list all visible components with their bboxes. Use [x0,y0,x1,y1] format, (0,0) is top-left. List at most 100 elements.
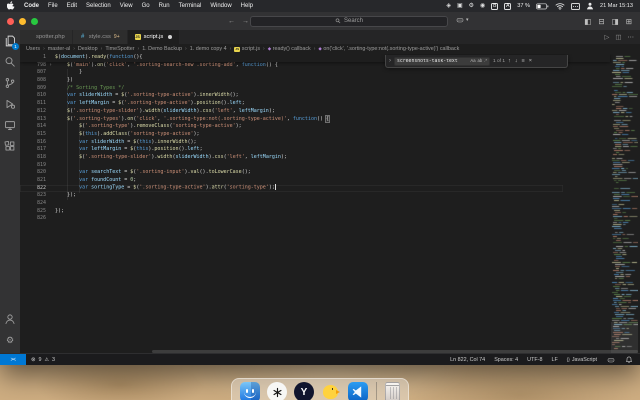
unsaved-changes-dot[interactable] [168,35,172,39]
menu-item-selection[interactable]: Selection [86,3,111,9]
code-line-814[interactable]: 814 $('.sorting-type').removeClass('sort… [20,123,563,131]
breadcrumb-item[interactable]: 1. demo copy 4 [190,46,227,52]
statusbar-indentation[interactable]: Spaces: 4 [494,357,518,363]
line-number[interactable]: 1 [20,54,46,62]
menubar-app-icon-1[interactable]: ◈ [446,3,451,9]
more-actions-button[interactable]: ⋯ [628,33,635,41]
menu-item-run[interactable]: Run [159,3,170,9]
activity-bar-remote-explorer-icon[interactable] [3,118,17,132]
line-number[interactable]: 823 [20,192,46,200]
code-line-817[interactable]: 817 var leftMargin = $(this).position().… [20,146,563,154]
breadcrumb-item[interactable]: Desktop [78,46,98,52]
remote-indicator-button[interactable]: >< [0,354,26,365]
line-number[interactable]: 820 [20,169,46,177]
line-number[interactable]: 810 [20,92,46,100]
user-menu-icon[interactable] [586,2,594,10]
dock-vscode-icon[interactable] [348,382,368,400]
menu-item-view[interactable]: View [120,3,133,9]
code-line-824[interactable]: 824 [20,200,563,208]
tab-script-js[interactable]: JSscript.js [128,30,181,44]
line-number[interactable]: 818 [20,154,46,162]
line-number[interactable]: 817 [20,146,46,154]
code-line-810[interactable]: 810 var sliderWidth = $('.sorting-type-a… [20,92,563,100]
close-window-button[interactable] [7,18,14,25]
line-number[interactable]: 809 [20,85,46,93]
code-editor[interactable]: 798› $('main').on('click', '.sorting-sea… [20,54,640,353]
code-line-812[interactable]: 812 $('.sorting-type-slider').width(slid… [20,108,563,116]
breadcrumb-item[interactable]: TimeSpotter [105,46,134,52]
tab-spotter-php[interactable]: spotter.php [20,30,73,44]
line-number[interactable]: 812 [20,108,46,116]
dock-trash-icon[interactable] [385,382,400,400]
fold-collapsed-icon[interactable]: › [46,62,55,70]
copilot-menu-button[interactable]: ▾ [455,16,469,24]
activity-bar-run-debug-icon[interactable] [3,97,17,111]
toggle-panel-icon[interactable]: ⊟ [598,17,604,26]
activity-bar-settings-icon[interactable]: ⚙ [3,333,17,347]
line-number[interactable]: 815 [20,131,46,139]
code-line-808[interactable]: 808 }) [20,77,563,85]
menubar-app-icon-a[interactable]: A [504,3,511,10]
code-line-823[interactable]: 823 }); [20,192,563,200]
minimap[interactable] [611,54,638,353]
code-line-813[interactable]: 813 $('.sorting-types').on('click', '.so… [20,116,563,124]
run-button[interactable]: ▷ [604,33,609,41]
dock-cyberduck-icon[interactable] [321,382,341,400]
split-editor-button[interactable]: ◫ [615,33,621,41]
menu-item-help[interactable]: Help [241,3,253,9]
activity-bar-extensions-icon[interactable] [3,139,17,153]
command-center-search[interactable]: Search [250,16,448,27]
activity-bar-source-control-icon[interactable] [3,76,17,90]
minimap-slider[interactable] [611,322,638,353]
line-number[interactable]: 816 [20,139,46,147]
menubar-clock[interactable]: 21 Mar 15:13 [600,3,633,9]
line-number[interactable]: 807 [20,69,46,77]
code-line-811[interactable]: 811 var leftMargin = $('.sorting-type-ac… [20,100,563,108]
activity-bar-search-icon[interactable] [3,55,17,69]
breadcrumb-item[interactable]: ◆ready() callback [268,46,311,52]
next-match-button[interactable]: ↓ [515,58,518,64]
wifi-icon[interactable] [555,2,565,10]
previous-match-button[interactable]: ↑ [508,58,511,64]
zoom-window-button[interactable] [31,18,38,25]
code-line-826[interactable]: 826 [20,215,563,223]
menubar-app-icon-b[interactable]: B [491,3,498,10]
code-line-807[interactable]: 807 } [20,69,563,77]
breadcrumb-item[interactable]: Users [26,46,40,52]
notifications-bell-icon[interactable] [625,356,633,364]
menu-item-code[interactable]: Code [24,3,39,9]
activity-bar-explorer-icon[interactable]: 1 [3,34,17,48]
statusbar-encoding[interactable]: UTF-8 [527,357,542,363]
line-number[interactable]: 813 [20,116,46,124]
dock-y-app-icon[interactable]: Y [294,382,314,400]
battery-icon[interactable] [536,3,549,10]
regex-toggle[interactable]: .* [484,59,487,63]
statusbar-cursor-position[interactable]: Ln 822, Col 74 [450,357,485,363]
minimize-window-button[interactable] [19,18,26,25]
go-back-button[interactable]: ← [228,18,235,25]
close-find-button[interactable]: × [529,58,532,64]
code-line-822[interactable]: 822 var sortingType = $('.sorting-type-a… [20,185,563,193]
whole-word-toggle[interactable]: ab [478,59,483,63]
go-forward-button[interactable]: → [242,18,249,25]
horizontal-scrollbar[interactable] [152,350,638,353]
line-number[interactable]: 821 [20,177,46,185]
find-collapse-chevron-icon[interactable]: › [389,58,391,64]
code-line-815[interactable]: 815 $(this).addClass('sorting-type-activ… [20,131,563,139]
breadcrumb-item[interactable]: 1. Demo Backup [142,46,182,52]
code-line-825[interactable]: 825}); [20,208,563,216]
menu-item-edit[interactable]: Edit [67,3,77,9]
menu-item-file[interactable]: File [48,3,58,9]
line-number[interactable]: 808 [20,77,46,85]
line-number[interactable]: 814 [20,123,46,131]
code-line-809[interactable]: 809 /* Sorting Types */ [20,85,563,93]
dock-finder-icon[interactable] [240,382,260,400]
line-number[interactable]: 825 [20,208,46,216]
code-line-816[interactable]: 816 var sliderWidth = $(this).innerWidth… [20,139,563,147]
tab-style-css[interactable]: #style.css9+ [73,30,128,44]
apple-menu-icon[interactable] [7,1,15,11]
toggle-primary-sidebar-icon[interactable]: ◧ [584,17,591,26]
find-in-selection-button[interactable]: ≡ [522,58,525,64]
breadcrumb-item[interactable]: master-al [48,46,70,52]
menu-item-go[interactable]: Go [142,3,150,9]
